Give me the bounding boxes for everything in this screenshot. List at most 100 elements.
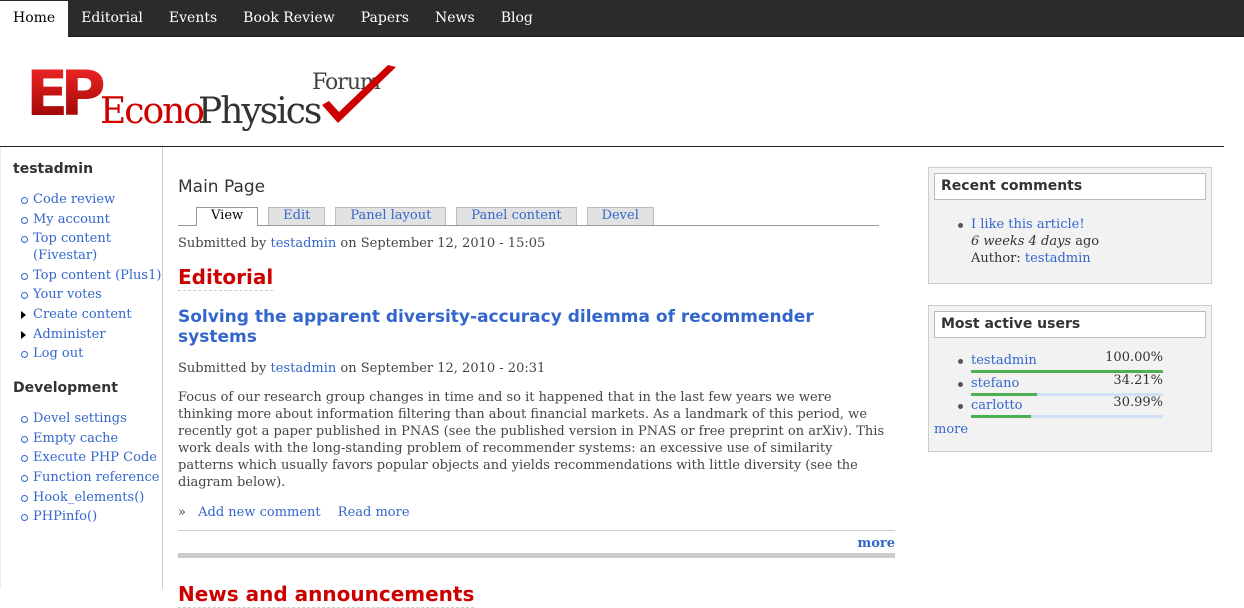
activity-bar (971, 415, 1163, 418)
logo-econo: Econo (100, 91, 203, 132)
menu-item-your-votes[interactable]: Your votes (21, 286, 162, 303)
nav-link-editorial[interactable]: Editorial (68, 0, 156, 37)
active-users-title: Most active users (934, 311, 1206, 338)
nav-item-events[interactable]: Events (156, 0, 230, 37)
comment-age-suffix: ago (1071, 234, 1100, 249)
user-menu: Code review My account Top content (Five… (13, 191, 162, 362)
comment-author-link[interactable]: testadmin (1025, 251, 1091, 266)
menu-item-execute-php[interactable]: Execute PHP Code (21, 449, 162, 466)
submitted-prefix: Submitted by (178, 236, 267, 251)
menu-item-empty-cache[interactable]: Empty cache (21, 430, 162, 447)
menu-item-log-out[interactable]: Log out (21, 345, 162, 362)
menu-item-devel-settings[interactable]: Devel settings (21, 410, 162, 427)
nav-item-blog[interactable]: Blog (488, 0, 546, 37)
activity-bar-fill (971, 415, 1031, 418)
nav-link-events[interactable]: Events (156, 0, 230, 37)
menu-link-phpinfo[interactable]: PHPinfo() (33, 509, 97, 524)
menu-link-log-out[interactable]: Log out (33, 346, 83, 361)
article-title-link[interactable]: Solving the apparent diversity-accuracy … (178, 307, 898, 347)
left-sidebar: testadmin Code review My account Top con… (0, 147, 163, 589)
menu-link-your-votes[interactable]: Your votes (33, 287, 102, 302)
tab-devel[interactable]: Devel (586, 207, 654, 225)
user-block-title: testadmin (13, 161, 94, 177)
active-users-block: Most active users testadmin 100.00% stef… (928, 305, 1212, 452)
links-marker: » (178, 505, 186, 520)
menu-link-execute-php[interactable]: Execute PHP Code (33, 450, 157, 465)
menu-item-code-review[interactable]: Code review (21, 191, 162, 208)
menu-link-function-reference[interactable]: Function reference (33, 470, 159, 485)
comment-age-value: 6 weeks 4 days (971, 234, 1072, 249)
nav-link-blog[interactable]: Blog (488, 0, 546, 37)
news-heading[interactable]: News and announcements (178, 582, 475, 608)
article-submitted-prefix: Submitted by (178, 361, 267, 376)
menu-link-devel-settings[interactable]: Devel settings (33, 411, 127, 426)
tab-view[interactable]: View (196, 207, 259, 226)
menu-link-create-content[interactable]: Create content (33, 307, 132, 322)
user-percent: 30.99% (1113, 395, 1163, 410)
main-content: Main Page View Edit Panel layout Panel c… (178, 147, 898, 608)
site-logo[interactable]: EP Econo Physics Forum (26, 57, 406, 137)
menu-link-code-review[interactable]: Code review (33, 192, 115, 207)
comment-link[interactable]: I like this article! (971, 217, 1085, 232)
recent-comments-title: Recent comments (934, 173, 1206, 200)
editorial-more-bar: more (178, 530, 895, 551)
nav-item-editorial[interactable]: Editorial (68, 0, 156, 37)
article-author-link[interactable]: testadmin (271, 361, 337, 376)
page-submitted-info: Submitted by testadmin on September 12, … (178, 236, 898, 251)
list-item: carlotto 30.99% (958, 395, 1163, 420)
active-users-more-link[interactable]: more (934, 422, 1206, 437)
user-link[interactable]: testadmin (971, 353, 1037, 368)
menu-link-top-content-fivestar[interactable]: Top content (Fivestar) (33, 231, 111, 263)
logo-physics: Physics (198, 91, 321, 132)
nav-link-papers[interactable]: Papers (348, 0, 422, 37)
nav-link-home[interactable]: Home (0, 1, 69, 37)
article-date: on September 12, 2010 - 20:31 (340, 361, 546, 376)
top-navigation: Home Editorial Events Book Review Papers… (0, 0, 1244, 37)
submitted-date: on September 12, 2010 - 15:05 (340, 236, 546, 251)
nav-item-papers[interactable]: Papers (348, 0, 422, 37)
tab-edit[interactable]: Edit (268, 207, 326, 225)
menu-item-create-content[interactable]: Create content (21, 306, 162, 323)
dev-menu: Devel settings Empty cache Execute PHP C… (13, 410, 162, 525)
user-link[interactable]: carlotto (971, 398, 1023, 413)
nav-link-book-review[interactable]: Book Review (230, 0, 348, 37)
page-tabs: View Edit Panel layout Panel content Dev… (178, 207, 879, 226)
list-item: I like this article! 6 weeks 4 days ago … (958, 216, 1206, 267)
editorial-more-link[interactable]: more (857, 536, 895, 551)
site-header: EP Econo Physics Forum (0, 37, 1224, 147)
menu-item-phpinfo[interactable]: PHPinfo() (21, 508, 162, 525)
add-comment-link[interactable]: Add new comment (198, 505, 321, 520)
article-body: Focus of our research group changes in t… (178, 390, 885, 490)
logo-ep: EP (26, 57, 103, 130)
article-links: » Add new comment Read more (178, 505, 898, 520)
tab-panel-content[interactable]: Panel content (456, 207, 577, 225)
nav-item-home[interactable]: Home (0, 0, 69, 37)
comment-author-prefix: Author: (971, 251, 1025, 266)
menu-link-my-account[interactable]: My account (33, 212, 110, 227)
tab-panel-layout[interactable]: Panel layout (335, 207, 447, 225)
menu-link-empty-cache[interactable]: Empty cache (33, 431, 118, 446)
menu-link-top-content-plus1[interactable]: Top content (Plus1) (33, 268, 161, 283)
dev-block-title: Development (13, 380, 118, 397)
read-more-link[interactable]: Read more (338, 505, 410, 520)
menu-item-my-account[interactable]: My account (21, 211, 162, 228)
nav-link-news[interactable]: News (422, 0, 488, 37)
recent-comments-block: Recent comments I like this article! 6 w… (928, 167, 1212, 284)
user-percent: 34.21% (1113, 372, 1163, 388)
menu-item-hook-elements[interactable]: Hook_elements() (21, 489, 162, 506)
menu-item-administer[interactable]: Administer (21, 326, 162, 343)
submitted-author-link[interactable]: testadmin (271, 236, 337, 251)
article-submitted-info: Submitted by testadmin on September 12, … (178, 361, 898, 376)
menu-item-top-content-fivestar[interactable]: Top content (Fivestar) (21, 230, 162, 264)
nav-item-news[interactable]: News (422, 0, 488, 37)
active-users-list: testadmin 100.00% stefano 34.21% carlott… (934, 350, 1206, 420)
nav-item-book-review[interactable]: Book Review (230, 0, 348, 37)
editorial-heading[interactable]: Editorial (178, 265, 274, 291)
menu-link-administer[interactable]: Administer (33, 327, 106, 342)
menu-link-hook-elements[interactable]: Hook_elements() (33, 490, 144, 505)
recent-comments-list: I like this article! 6 weeks 4 days ago … (934, 216, 1206, 267)
activity-bar-fill (971, 392, 1037, 396)
menu-item-function-reference[interactable]: Function reference (21, 469, 162, 486)
user-link[interactable]: stefano (971, 376, 1019, 391)
menu-item-top-content-plus1[interactable]: Top content (Plus1) (21, 267, 162, 284)
